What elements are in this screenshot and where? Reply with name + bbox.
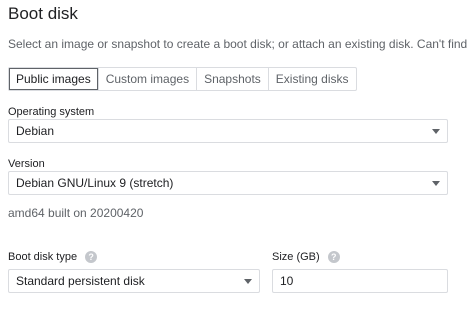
chevron-down-icon	[432, 129, 440, 134]
tab-snapshots[interactable]: Snapshots	[196, 68, 268, 90]
tab-custom-images[interactable]: Custom images	[97, 68, 196, 90]
operating-system-label-text: Operating system	[8, 106, 95, 118]
chevron-down-icon	[244, 279, 252, 284]
boot-disk-type-select[interactable]: Standard persistent disk	[8, 269, 260, 293]
section-title: Boot disk	[8, 4, 78, 23]
tab-public-images[interactable]: Public images	[9, 68, 98, 90]
version-label-text: Version	[8, 158, 45, 170]
help-icon[interactable]: ?	[85, 251, 98, 263]
size-label-text: Size (GB)	[272, 251, 320, 263]
build-info: amd64 built on 20200420	[8, 206, 144, 220]
version-label: Version	[8, 158, 45, 170]
tab-existing-disks[interactable]: Existing disks	[267, 68, 356, 90]
boot-disk-type-label: Boot disk type ?	[8, 251, 98, 263]
size-label: Size (GB) ?	[272, 251, 340, 263]
version-value: Debian GNU/Linux 9 (stretch)	[16, 176, 174, 190]
operating-system-value: Debian	[16, 124, 55, 138]
version-select[interactable]: Debian GNU/Linux 9 (stretch)	[8, 171, 448, 195]
image-source-tabs: Public images Custom images Snapshots Ex…	[8, 67, 357, 91]
size-value: 10	[280, 274, 294, 288]
operating-system-label: Operating system	[8, 106, 94, 118]
boot-disk-type-label-text: Boot disk type	[8, 251, 78, 263]
help-icon[interactable]: ?	[327, 251, 340, 263]
chevron-down-icon	[432, 181, 440, 186]
section-description: Select an image or snapshot to create a …	[8, 37, 468, 51]
size-input[interactable]: 10	[272, 269, 448, 293]
boot-disk-type-value: Standard persistent disk	[16, 274, 145, 288]
operating-system-select[interactable]: Debian	[8, 119, 448, 143]
